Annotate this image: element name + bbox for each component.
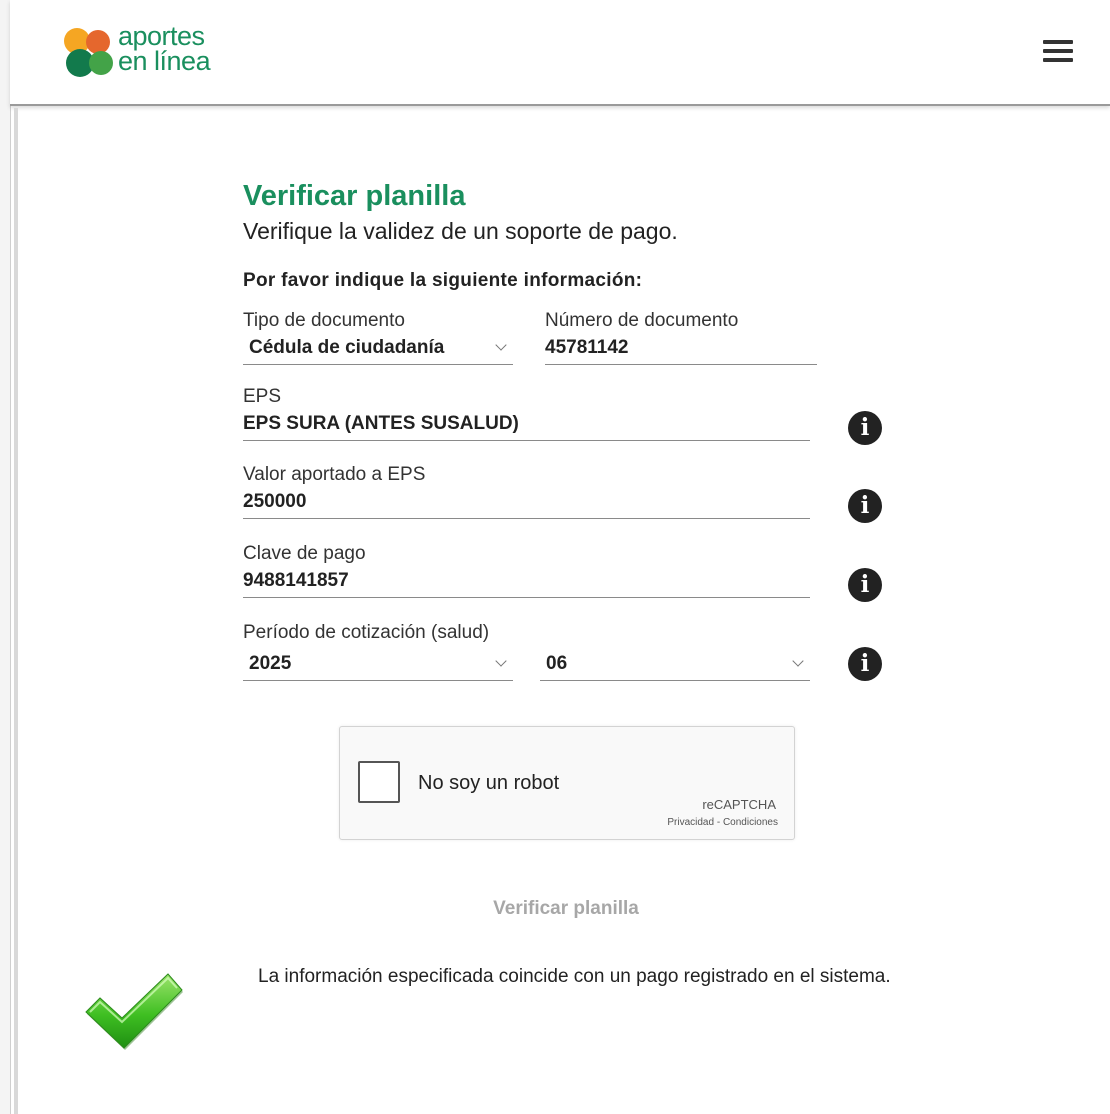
result-message: La información especificada coincide con… xyxy=(258,966,891,987)
page-subtitle: Verifique la validez de un soporte de pa… xyxy=(243,218,678,244)
eps-value-input[interactable]: 250000 xyxy=(243,486,810,519)
doc-type-label: Tipo de documento xyxy=(243,310,405,331)
eps-info-icon[interactable]: i xyxy=(848,411,882,445)
recaptcha-privacy-link[interactable]: Privacidad xyxy=(667,817,714,828)
hamburger-menu-icon[interactable] xyxy=(1043,40,1073,66)
eps-value-label: Valor aportado a EPS xyxy=(243,464,426,485)
logo-text: aportes en línea xyxy=(118,23,211,76)
period-label: Período de cotización (salud) xyxy=(243,622,490,643)
doc-number-label: Número de documento xyxy=(545,310,739,331)
doc-type-select[interactable]: Cédula de ciudadanía xyxy=(243,332,513,365)
eps-input[interactable]: EPS SURA (ANTES SUSALUD) xyxy=(243,408,810,441)
recaptcha-links: Privacidad - Condiciones xyxy=(667,817,778,828)
logo[interactable]: aportes en línea xyxy=(62,22,222,82)
verify-planilla-button[interactable]: Verificar planilla xyxy=(470,894,662,924)
doc-number-field: Número de documento 45781142 xyxy=(545,310,817,365)
chevron-down-icon xyxy=(495,655,507,667)
window-left-edge xyxy=(0,0,11,1114)
eps-value-info-icon[interactable]: i xyxy=(848,489,882,523)
recaptcha-brand: reCAPTCHA xyxy=(702,797,776,812)
recaptcha-link-separator: - xyxy=(714,817,723,828)
period-year-field: 2025 xyxy=(243,648,513,681)
eps-field: EPS EPS SURA (ANTES SUSALUD) xyxy=(243,386,810,441)
payment-key-label: Clave de pago xyxy=(243,543,366,564)
eps-value: EPS SURA (ANTES SUSALUD) xyxy=(243,413,519,434)
doc-number-value: 45781142 xyxy=(545,337,629,358)
eps-amount-value: 250000 xyxy=(243,491,307,512)
payment-key-field: Clave de pago 9488141857 xyxy=(243,543,810,598)
doc-number-input[interactable]: 45781142 xyxy=(545,332,817,365)
eps-value-field: Valor aportado a EPS 250000 xyxy=(243,464,810,519)
content-left-border xyxy=(14,108,18,1114)
chevron-down-icon xyxy=(792,655,804,667)
form-instructions: Por favor indique la siguiente informaci… xyxy=(243,270,643,291)
period-field: Período de cotización (salud) xyxy=(243,622,843,644)
green-checkmark-icon xyxy=(85,973,183,1050)
period-month-select[interactable]: 06 xyxy=(540,648,810,681)
period-year-select[interactable]: 2025 xyxy=(243,648,513,681)
payment-key-info-icon[interactable]: i xyxy=(848,568,882,602)
recaptcha-label: No soy un robot xyxy=(418,772,560,794)
top-header: aportes en línea xyxy=(10,0,1110,106)
period-year-value: 2025 xyxy=(249,653,292,674)
chevron-down-icon xyxy=(495,339,507,351)
page-title: Verificar planilla xyxy=(243,180,466,212)
period-month-field: 06 xyxy=(540,648,810,681)
logo-line2: en línea xyxy=(118,46,211,76)
recaptcha-terms-link[interactable]: Condiciones xyxy=(723,817,778,828)
recaptcha-checkbox[interactable] xyxy=(358,761,400,803)
logo-circles-icon xyxy=(64,28,113,77)
doc-type-field: Tipo de documento Cédula de ciudadanía xyxy=(243,310,513,365)
payment-key-value: 9488141857 xyxy=(243,570,349,591)
period-month-value: 06 xyxy=(546,653,568,674)
payment-key-input[interactable]: 9488141857 xyxy=(243,565,810,598)
eps-label: EPS xyxy=(243,386,282,407)
period-info-icon[interactable]: i xyxy=(848,647,882,681)
recaptcha-widget: No soy un robot reCAPTCHA Privacidad - C… xyxy=(339,726,795,840)
doc-type-value: Cédula de ciudadanía xyxy=(249,337,445,358)
